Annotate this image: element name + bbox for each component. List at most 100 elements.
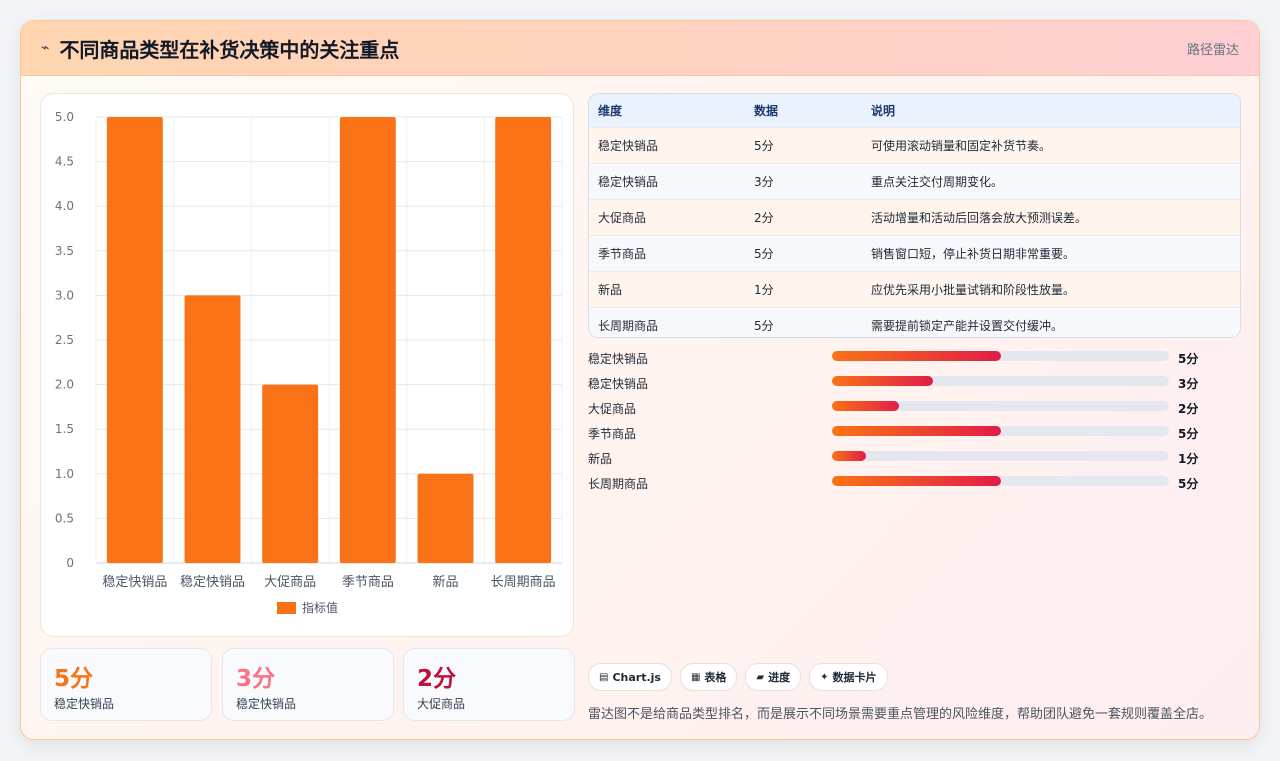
- progress-row: 稳定快销品 3分: [588, 373, 1228, 398]
- stat-card: 2分 大促商品: [403, 648, 575, 721]
- cell-data: 1分: [745, 270, 862, 307]
- progress-track: [832, 476, 1169, 486]
- col-header-description: 说明: [871, 103, 896, 118]
- cell-description: 应优先采用小批量试销和阶段性放量。: [862, 270, 1240, 307]
- col-header-data: 数据: [754, 103, 779, 118]
- chip-chartjs[interactable]: ▤ Chart.js: [588, 663, 672, 691]
- chip-table[interactable]: ▦ 表格: [679, 663, 738, 691]
- bar: [184, 295, 241, 563]
- legend-label: 指标值: [302, 600, 338, 615]
- progress-label: 新品: [588, 452, 613, 466]
- chip-label: 表格: [704, 671, 727, 684]
- progress-track: [832, 351, 1169, 361]
- table-row: 新品 1分 应优先采用小批量试销和阶段性放量。: [589, 270, 1240, 307]
- chip-label: Chart.js: [612, 670, 661, 684]
- y-tick-label: 0: [66, 556, 74, 570]
- progress-row: 新品 1分: [588, 448, 1228, 473]
- dashboard-card: ⌁ 不同商品类型在补货决策中的关注重点 路径雷达 0 0.5 1.0 1.5 2.0 2.…: [20, 20, 1260, 740]
- bar: [339, 117, 396, 563]
- progress-value: 3分: [1178, 377, 1199, 391]
- stat-value: 5分: [54, 666, 94, 692]
- card-header: ⌁ 不同商品类型在补货决策中的关注重点 路径雷达: [21, 21, 1259, 76]
- progress-track: [832, 426, 1169, 436]
- chart-icon: ▤: [599, 671, 609, 683]
- stat-card: 5分 稳定快销品: [40, 648, 212, 721]
- progress-value: 5分: [1178, 352, 1199, 366]
- footnote: 雷达图不是给商品类型排名，而是展示不同场景需要重点管理的风险维度，帮助团队避免一…: [588, 707, 1213, 722]
- page-title: 不同商品类型在补货决策中的关注重点: [59, 37, 400, 62]
- y-tick-label: 3.0: [55, 288, 74, 302]
- progress-fill: [832, 401, 900, 411]
- progress-label: 稳定快销品: [588, 352, 649, 366]
- progress-fill: [832, 426, 1001, 436]
- bar: [417, 473, 474, 563]
- tag-chips: ▤ Chart.js ▦ 表格 ▰ 进度 ✦ 数据卡片: [588, 663, 888, 691]
- stat-label: 大促商品: [417, 697, 466, 711]
- cell-data: 5分: [745, 234, 862, 271]
- cell-dimension: 新品: [589, 270, 745, 307]
- cell-description: 重点关注交付周期变化。: [862, 162, 1240, 199]
- progress-row: 长周期商品 5分: [588, 473, 1228, 498]
- cell-description: 需要提前锁定产能并设置交付缓冲。: [862, 306, 1240, 337]
- x-tick-label: 稳定快销品: [102, 574, 167, 590]
- bar-chart-panel: 0 0.5 1.0 1.5 2.0 2.5 3.0 3.5 4.0 4.5 5.0 稳定快销品 稳定快销…: [40, 93, 574, 637]
- x-tick-label: 季节商品: [342, 575, 394, 590]
- progress-value: 1分: [1178, 452, 1199, 466]
- chip-label: 数据卡片: [832, 671, 877, 684]
- cell-dimension: 稳定快销品: [589, 162, 745, 199]
- chip-progress[interactable]: ▰ 进度: [745, 663, 802, 691]
- stat-label: 稳定快销品: [236, 697, 297, 711]
- stat-value: 2分: [417, 666, 457, 692]
- progress-list: 稳定快销品 5分 稳定快销品 3分 大促商品 2分 季节商品 5分 新品 1分 …: [588, 348, 1228, 498]
- cell-description: 可使用滚动销量和固定补货节奏。: [862, 126, 1240, 163]
- legend-swatch: [277, 602, 296, 614]
- title-wrap: ⌁ 不同商品类型在补货决策中的关注重点: [41, 34, 399, 63]
- progress-row: 稳定快销品 5分: [588, 348, 1228, 373]
- cell-dimension: 长周期商品: [589, 306, 745, 337]
- stat-value: 3分: [236, 666, 276, 692]
- header-tag: 路径雷达: [1186, 42, 1239, 58]
- y-tick-label: 1.5: [55, 422, 74, 436]
- cell-dimension: 季节商品: [589, 234, 745, 271]
- stat-label: 稳定快销品: [54, 697, 115, 711]
- y-tick-label: 5.0: [55, 110, 74, 124]
- progress-fill: [832, 351, 1001, 361]
- table-row: 长周期商品 5分 需要提前锁定产能并设置交付缓冲。: [589, 306, 1240, 337]
- progress-value: 5分: [1178, 477, 1199, 491]
- y-tick-label: 2.5: [55, 333, 74, 347]
- cell-description: 销售窗口短，停止补货日期非常重要。: [862, 234, 1240, 271]
- cell-data: 2分: [745, 198, 862, 235]
- x-tick-label: 稳定快销品: [180, 574, 245, 590]
- cell-data: 5分: [745, 126, 862, 163]
- progress-label: 大促商品: [588, 402, 637, 416]
- cell-data: 5分: [745, 306, 862, 337]
- y-tick-label: 1.0: [55, 467, 74, 481]
- x-tick-label: 长周期商品: [491, 575, 556, 590]
- col-header-dimension: 维度: [598, 103, 623, 118]
- lightning-icon: ⌁: [41, 40, 50, 56]
- chip-label: 进度: [768, 671, 791, 684]
- progress-track: [832, 376, 1169, 386]
- y-tick-label: 0.5: [55, 511, 74, 525]
- cell-data: 3分: [745, 162, 862, 199]
- bar: [106, 117, 163, 563]
- table-icon: ▦: [690, 671, 701, 683]
- cell-dimension: 稳定快销品: [589, 126, 745, 163]
- y-tick-label: 4.5: [55, 155, 74, 169]
- stat-card: 3分 稳定快销品: [222, 648, 394, 721]
- bar: [262, 384, 319, 563]
- progress-label: 季节商品: [588, 427, 637, 441]
- table-row: 稳定快销品 3分 重点关注交付周期变化。: [589, 162, 1240, 199]
- progress-row: 季节商品 5分: [588, 423, 1228, 448]
- table-row: 稳定快销品 5分 可使用滚动销量和固定补货节奏。: [589, 126, 1240, 163]
- data-table: 维度 数据 说明 稳定快销品 5分 可使用滚动销量和固定补货节奏。 稳定快销品 3分重…: [588, 93, 1241, 338]
- progress-track: [832, 451, 1169, 461]
- table-row: 大促商品 2分 活动增量和活动后回落会放大预测误差。: [589, 198, 1240, 235]
- table-row: 季节商品 5分 销售窗口短，停止补货日期非常重要。: [589, 234, 1240, 271]
- progress-value: 5分: [1178, 427, 1199, 441]
- bar-chart: 0 0.5 1.0 1.5 2.0 2.5 3.0 3.5 4.0 4.5 5.0 稳定快销品 稳定快销…: [55, 110, 563, 615]
- y-tick-label: 4.0: [55, 199, 74, 213]
- y-tick-label: 2.0: [55, 378, 74, 392]
- chip-data-card[interactable]: ✦ 数据卡片: [809, 663, 888, 691]
- progress-fill: [832, 476, 1001, 486]
